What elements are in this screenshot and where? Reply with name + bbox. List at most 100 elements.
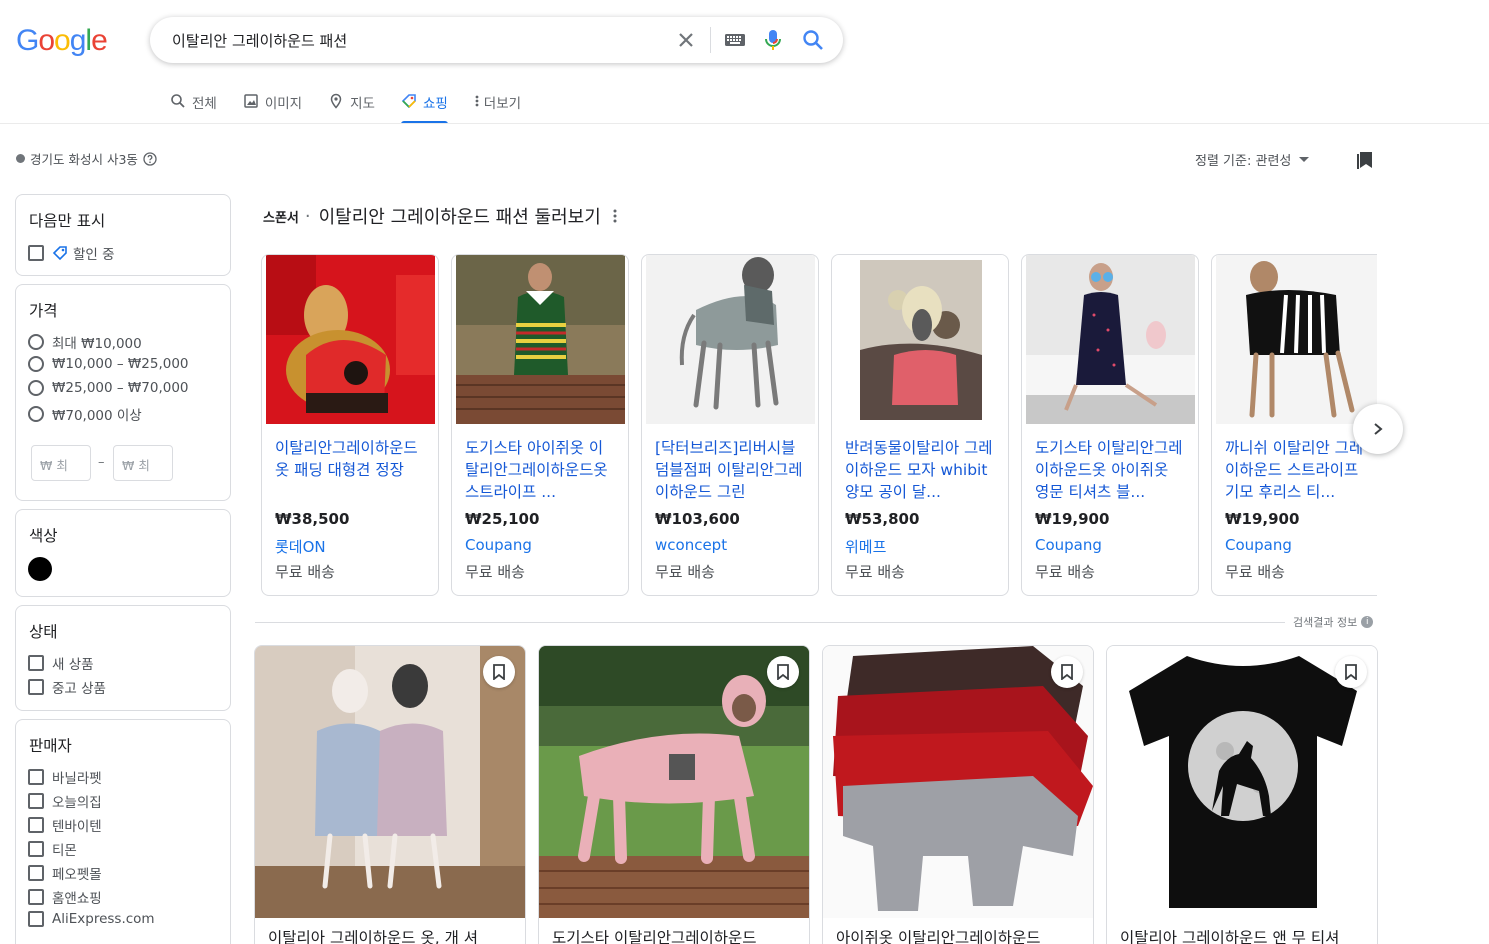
checkbox[interactable]: [28, 911, 44, 927]
product-store[interactable]: wconcept: [655, 536, 727, 554]
product-title[interactable]: 까니쉬 이탈리안 그레이하운드 스트라이프 기모 후리스 티...: [1225, 437, 1377, 503]
logo-letter: g: [69, 24, 87, 57]
tab-maps[interactable]: 지도: [328, 86, 375, 124]
bookmark-icon: [1061, 664, 1073, 680]
product-title[interactable]: 도기스타 아이쥐옷 이탈리안그레이하운드옷 스트라이프 ...: [465, 437, 617, 503]
result-title[interactable]: 도기스타 이탈리안그레이하운드: [552, 926, 802, 944]
location-text: 경기도 화성시 사3동: [30, 152, 138, 167]
product-title[interactable]: 반려동물이탈리아 그레이하운드 모자 whibit 양모 공이 달...: [845, 437, 997, 503]
search-input[interactable]: [172, 29, 652, 51]
result-card[interactable]: 이탈리아 그레이하운드 앤 무 티셔: [1106, 645, 1378, 944]
product-title[interactable]: 도기스타 이탈리안그레이하운드옷 아이쥐옷 영문 티셔츠 블...: [1035, 437, 1187, 503]
checkbox[interactable]: [28, 679, 44, 695]
google-logo[interactable]: Google: [16, 24, 108, 58]
option-label: 텐바이텐: [52, 819, 102, 835]
product-card[interactable]: 반려동물이탈리아 그레이하운드 모자 whibit 양모 공이 달... ₩53…: [831, 254, 1009, 596]
result-title[interactable]: 이탈리아 그레이하운드 옷, 개 셔: [268, 926, 518, 944]
tab-shopping[interactable]: 쇼핑: [400, 86, 448, 124]
location[interactable]: 경기도 화성시 사3동: [16, 149, 157, 168]
more-vert-icon[interactable]: [613, 208, 617, 224]
seller-option[interactable]: 페오펫몰: [28, 863, 102, 883]
price-max-input[interactable]: ₩ 최: [113, 445, 173, 481]
seller-option[interactable]: 홈앤쇼핑: [28, 887, 102, 907]
tab-label: 지도: [350, 96, 375, 112]
price-option[interactable]: ₩25,000 – ₩70,000: [28, 380, 189, 396]
checkbox[interactable]: [28, 769, 44, 785]
carousel-next-button[interactable]: [1353, 404, 1403, 454]
result-card[interactable]: 아이쥐옷 이탈리안그레이하운드: [822, 645, 1094, 944]
save-button[interactable]: [483, 656, 515, 688]
checkbox[interactable]: [28, 245, 44, 261]
seller-option[interactable]: 텐바이텐: [28, 815, 102, 835]
price-option[interactable]: ₩70,000 이상: [28, 404, 142, 424]
result-title[interactable]: 아이쥐옷 이탈리안그레이하운드: [836, 926, 1086, 944]
tab-images[interactable]: 이미지: [243, 86, 302, 124]
result-card[interactable]: 도기스타 이탈리안그레이하운드: [538, 645, 810, 944]
product-store[interactable]: Coupang: [465, 536, 532, 554]
clear-icon[interactable]: [674, 28, 698, 52]
filter-show-only: 다음만 표시 할인 중: [15, 194, 231, 276]
checkbox[interactable]: [28, 841, 44, 857]
price-option[interactable]: 최대 ₩10,000: [28, 332, 142, 352]
info-icon: i: [1361, 616, 1374, 628]
filter-title: 색상: [29, 527, 58, 545]
sponsored-carousel: 이탈리안그레이하운드 옷 패딩 대형견 정장 ₩38,500 롯데ON 무료 배…: [261, 254, 1377, 596]
product-card[interactable]: 이탈리안그레이하운드 옷 패딩 대형견 정장 ₩38,500 롯데ON 무료 배…: [261, 254, 439, 596]
microphone-icon[interactable]: [762, 28, 784, 52]
product-card[interactable]: [닥터브리즈]리버시블 덤블점퍼 이탈리안그레이하운드 그린 ₩103,600 …: [641, 254, 819, 596]
condition-option[interactable]: 중고 상품: [28, 677, 106, 697]
option-label: ₩10,000 – ₩25,000: [52, 356, 189, 372]
product-title[interactable]: [닥터브리즈]리버시블 덤블점퍼 이탈리안그레이하운드 그린: [655, 437, 807, 503]
checkbox[interactable]: [28, 889, 44, 905]
seller-option[interactable]: AliExpress.com: [28, 911, 155, 927]
color-swatch-black[interactable]: [28, 557, 52, 581]
option-label: 페오펫몰: [52, 867, 102, 883]
product-store[interactable]: 롯데ON: [275, 536, 326, 557]
logo-letter: e: [91, 24, 108, 57]
save-button[interactable]: [767, 656, 799, 688]
product-card[interactable]: 도기스타 이탈리안그레이하운드옷 아이쥐옷 영문 티셔츠 블... ₩19,90…: [1021, 254, 1199, 596]
tag-icon: [52, 246, 67, 261]
product-store[interactable]: Coupang: [1225, 536, 1292, 554]
about-results-link[interactable]: 검색결과 정보 i: [1293, 614, 1374, 630]
search-icon: [171, 94, 185, 108]
checkbox[interactable]: [28, 793, 44, 809]
price-min-input[interactable]: ₩ 최: [31, 445, 91, 481]
sort-dropdown[interactable]: 정렬 기준: 관련성: [1195, 150, 1310, 169]
help-icon[interactable]: [143, 151, 157, 166]
product-store[interactable]: Coupang: [1035, 536, 1102, 554]
tab-all[interactable]: 전체: [170, 86, 217, 124]
product-title[interactable]: 이탈리안그레이하운드 옷 패딩 대형견 정장: [275, 437, 427, 481]
radio[interactable]: [28, 334, 44, 350]
checkbox[interactable]: [28, 817, 44, 833]
condition-option[interactable]: 새 상품: [28, 653, 94, 673]
saved-list-icon[interactable]: [1356, 150, 1374, 170]
radio[interactable]: [28, 380, 44, 396]
tab-label: 전체: [192, 96, 217, 112]
save-button[interactable]: [1335, 656, 1367, 688]
save-button[interactable]: [1051, 656, 1083, 688]
product-price: ₩19,900: [1035, 510, 1110, 528]
tab-more[interactable]: 더보기: [474, 86, 521, 124]
checkbox[interactable]: [28, 655, 44, 671]
product-image: [255, 646, 525, 918]
price-option[interactable]: ₩10,000 – ₩25,000: [28, 356, 189, 372]
filter-option-on-sale[interactable]: 할인 중: [28, 243, 115, 263]
about-results-label: 검색결과 정보: [1293, 616, 1358, 629]
search-icon[interactable]: [801, 28, 825, 52]
radio[interactable]: [28, 406, 44, 422]
seller-option[interactable]: 오늘의집: [28, 791, 102, 811]
result-title[interactable]: 이탈리아 그레이하운드 앤 무 티셔: [1120, 926, 1370, 944]
product-store[interactable]: 위메프: [845, 536, 886, 557]
seller-option[interactable]: 티몬: [28, 839, 77, 859]
radio[interactable]: [28, 356, 44, 372]
product-card[interactable]: 까니쉬 이탈리안 그레이하운드 스트라이프 기모 후리스 티... ₩19,90…: [1211, 254, 1377, 596]
result-card[interactable]: 이탈리아 그레이하운드 옷, 개 셔: [254, 645, 526, 944]
keyboard-icon[interactable]: [724, 31, 746, 49]
tab-label: 이미지: [264, 96, 303, 112]
product-card[interactable]: 도기스타 아이쥐옷 이탈리안그레이하운드옷 스트라이프 ... ₩25,100 …: [451, 254, 629, 596]
filter-title: 가격: [29, 302, 58, 320]
seller-option[interactable]: 바닐라펫: [28, 767, 102, 787]
checkbox[interactable]: [28, 865, 44, 881]
product-image: [1216, 255, 1377, 424]
